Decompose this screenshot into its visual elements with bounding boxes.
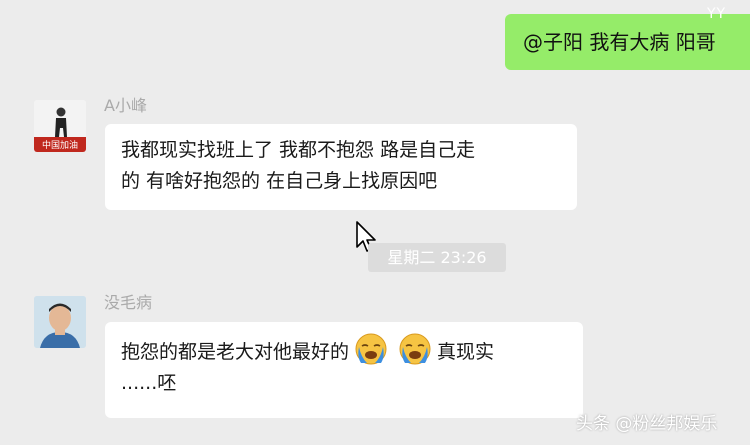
message-bubble[interactable]: 我都现实找班上了 我都不抱怨 路是自己走 的 有啥好抱怨的 在自己身上找原因吧 — [105, 124, 577, 210]
sender-name: 没毛病 — [104, 293, 153, 312]
message-line: ......呸 — [121, 372, 177, 394]
message-text: 抱怨的都是老大对他最好的 — [121, 341, 350, 363]
corner-mark: YY — [707, 6, 727, 22]
sent-message-bubble[interactable]: @子阳 我有大病 阳哥 — [505, 14, 750, 70]
avatar[interactable]: 中国加油 — [34, 100, 86, 152]
message-line: 抱怨的都是老大对他最好的 真现实 — [121, 333, 567, 368]
sent-message-text: @子阳 我有大病 阳哥 — [523, 30, 716, 54]
message-line: 我都现实找班上了 我都不抱怨 路是自己走 — [121, 139, 476, 161]
avatar-caption: 中国加油 — [42, 139, 78, 151]
crying-face-icon — [355, 333, 387, 365]
sender-name: A小峰 — [104, 96, 147, 115]
crying-face-icon — [399, 333, 431, 365]
watermark: 头条 @粉丝邦娱乐 — [576, 414, 718, 434]
avatar[interactable] — [34, 296, 86, 348]
message-line: 的 有啥好抱怨的 在自己身上找原因吧 — [121, 170, 438, 192]
message-text: 真现实 — [437, 341, 495, 363]
message-bubble[interactable]: 抱怨的都是老大对他最好的 真现实 ......呸 — [105, 322, 583, 418]
timestamp: 星期二 23:26 — [368, 243, 506, 272]
